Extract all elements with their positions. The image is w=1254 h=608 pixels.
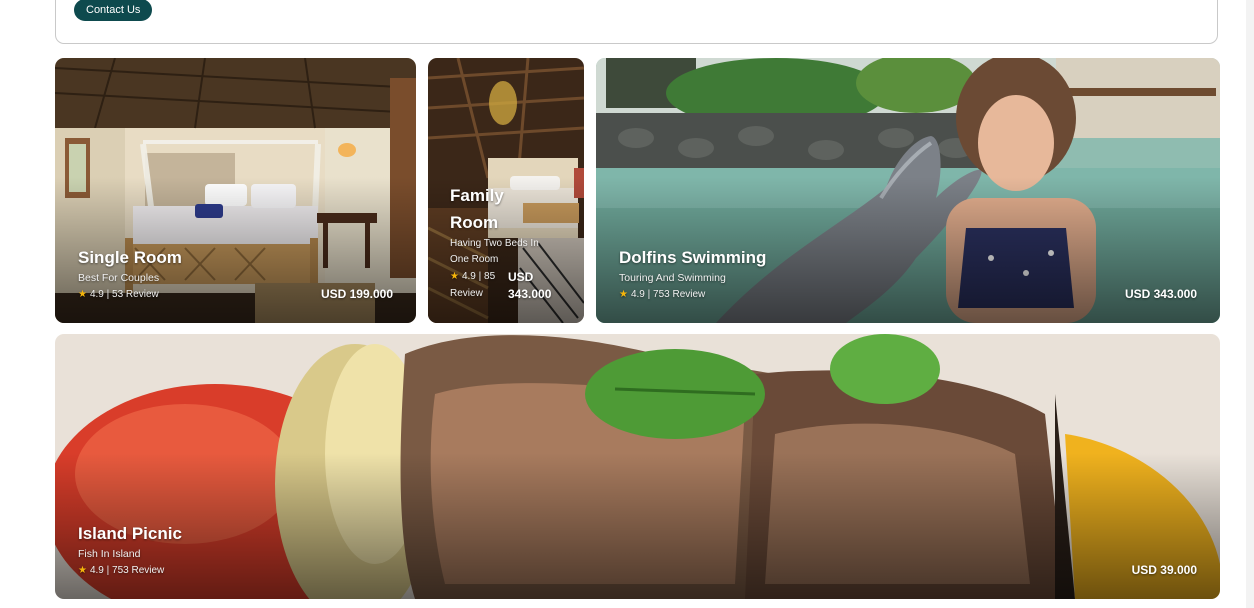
review-count: 753 Review — [112, 565, 165, 576]
contact-us-button[interactable]: Contact Us — [74, 0, 153, 21]
card-subtitle-line2: One Room — [450, 254, 499, 265]
card-price-currency: USD — [508, 270, 534, 284]
contact-panel: Contact Us — [55, 0, 1218, 44]
rating-value: 4.9 | 85 — [461, 271, 496, 282]
card-price: USD 39.000 — [1131, 563, 1197, 577]
card-title: Island Picnic — [78, 524, 182, 543]
card-single-room[interactable]: Single Room Best For Couples ★ 4.9 | 53 R… — [55, 58, 416, 323]
card-subtitle: Touring And Swimming — [619, 272, 726, 284]
card-title: Single Room — [78, 248, 182, 267]
card-subtitle-line1: Having Two Beds In — [450, 238, 539, 249]
card-subtitle: Best For Couples — [78, 272, 160, 284]
review-count: 753 Review — [653, 289, 706, 300]
rating-value: 4.9 — [89, 289, 104, 300]
rating-value: 4.9 — [630, 289, 645, 300]
card-island-picnic[interactable]: Island Picnic Fish In Island ★ 4.9 | 753 … — [55, 334, 1220, 599]
card-rating: ★ 4.9 | 85 — [450, 271, 495, 282]
star-icon: ★ — [619, 289, 628, 300]
card-dolfins-swimming[interactable]: Dolfins Swimming Touring And Swimming ★ 4… — [596, 58, 1220, 323]
card-rating: ★ 4.9 | 53 Review — [78, 289, 159, 300]
review-count: 53 Review — [112, 289, 159, 300]
rating-value: 4.9 — [89, 565, 104, 576]
review-count: Review — [450, 288, 483, 299]
card-title: Dolfins Swimming — [619, 248, 767, 267]
star-icon: ★ — [78, 289, 87, 300]
card-title-line1: Family — [450, 186, 504, 205]
card-rating: ★ 4.9 | 753 Review — [619, 289, 706, 300]
card-family-room[interactable]: Family Room Having Two Beds In One Room … — [428, 58, 584, 323]
card-title-line2: Room — [450, 213, 499, 232]
card-subtitle: Fish In Island — [78, 548, 141, 560]
card-price-amount: 343.000 — [508, 287, 552, 301]
card-price: USD 343.000 — [1124, 287, 1197, 301]
star-icon: ★ — [450, 271, 459, 282]
page-scrollbar[interactable] — [1246, 0, 1254, 608]
star-icon: ★ — [78, 565, 87, 576]
card-overlay — [55, 453, 1220, 599]
card-price: USD 199.000 — [320, 287, 393, 301]
card-rating: ★ 4.9 | 753 Review — [78, 565, 165, 576]
